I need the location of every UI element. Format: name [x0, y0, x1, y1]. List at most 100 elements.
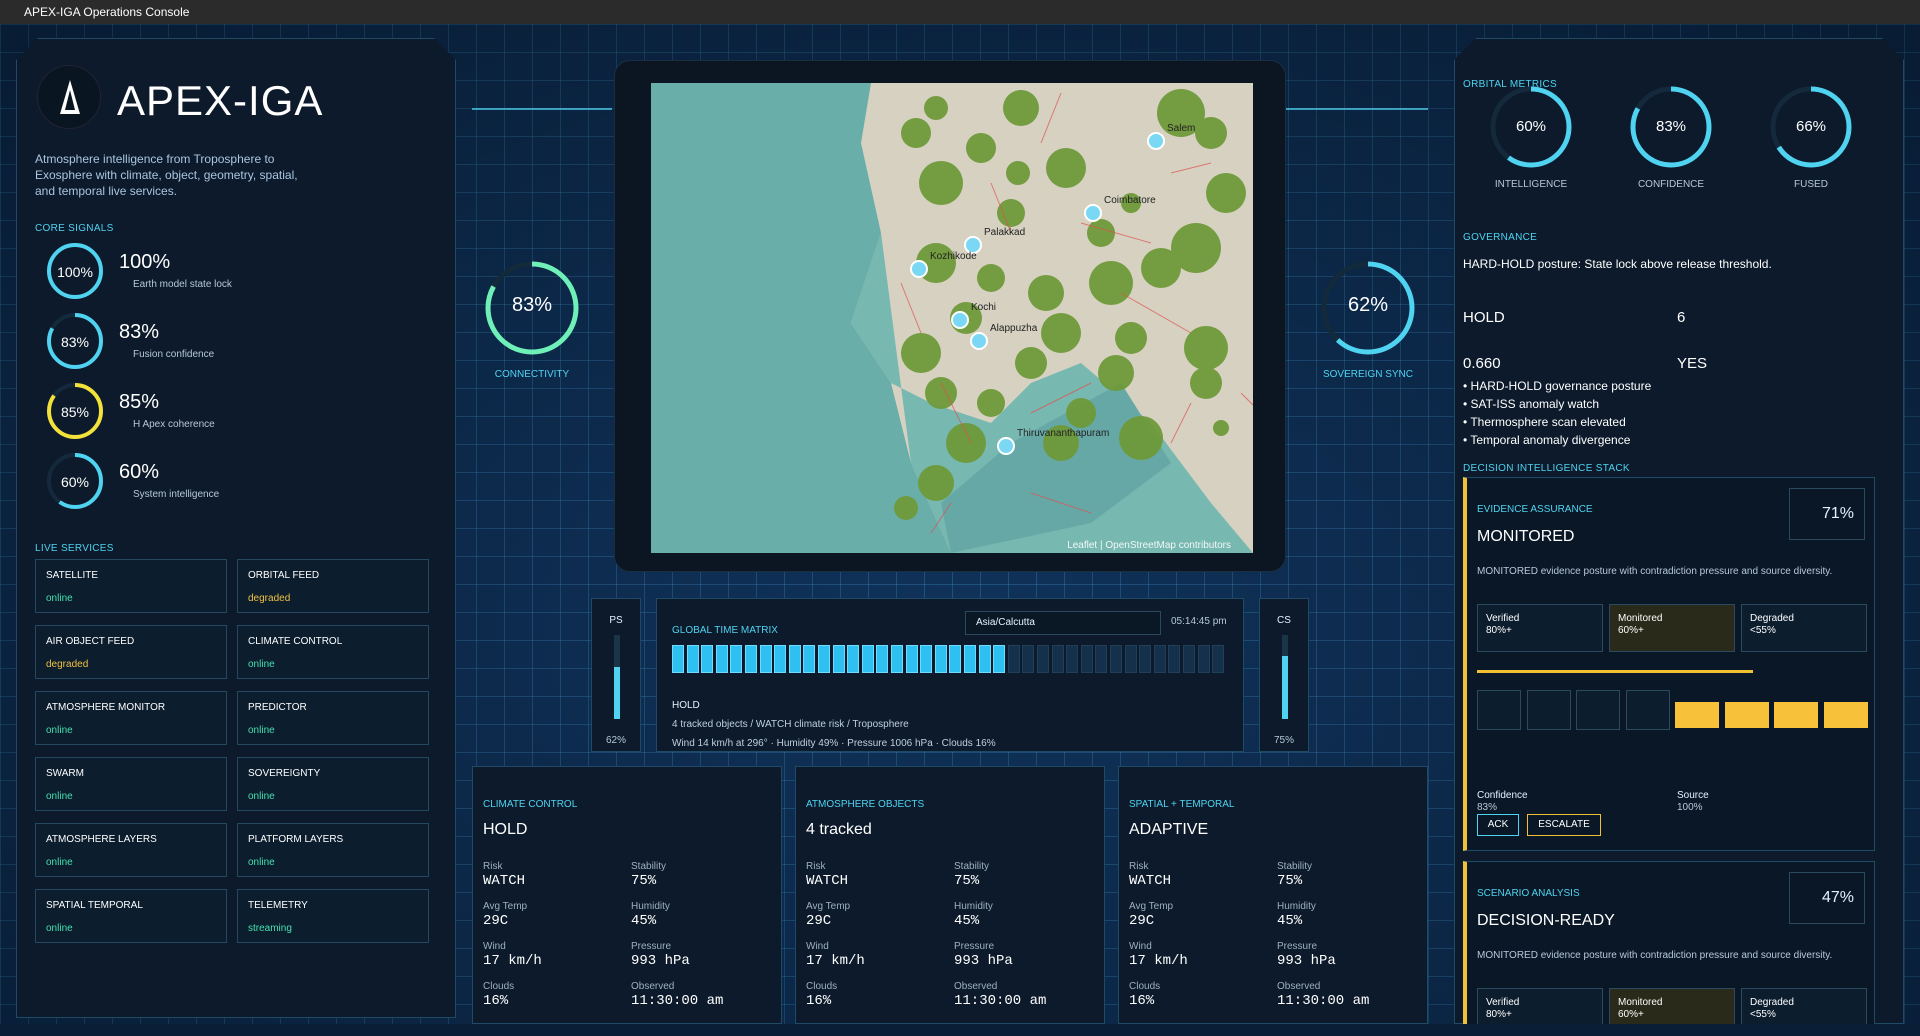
chip-verified[interactable]: Verified 80%+: [1477, 988, 1603, 1024]
service-card[interactable]: SATELLITE online: [35, 559, 227, 613]
service-card[interactable]: ATMOSPHERE LAYERS online: [35, 823, 227, 877]
service-card[interactable]: PLATFORM LAYERS online: [237, 823, 429, 877]
time-cell: [876, 645, 889, 673]
temp-label: Avg Temp: [1129, 901, 1174, 912]
governance-bullet: • HARD-HOLD governance posture: [1463, 379, 1652, 393]
pressure-value: 993 hPa: [1277, 953, 1336, 969]
time-cell: [1051, 645, 1064, 673]
service-card[interactable]: SOVEREIGNTY online: [237, 757, 429, 811]
time-matrix-panel: GLOBAL TIME MATRIX Asia/Calcutta 05:14:4…: [656, 598, 1244, 752]
ack-button[interactable]: ACK: [1477, 814, 1519, 836]
risk-label: Risk: [483, 861, 503, 872]
chip-monitored[interactable]: Monitored 60%+: [1609, 988, 1735, 1024]
timezone-value: Asia/Calcutta: [976, 617, 1035, 628]
governance-score: 0.660: [1463, 355, 1501, 372]
map-marker[interactable]: [970, 332, 988, 350]
map-marker[interactable]: [1084, 204, 1102, 222]
chip-degraded[interactable]: Degraded <55%: [1741, 604, 1867, 652]
time-matrix-title: GLOBAL TIME MATRIX: [672, 625, 778, 636]
risk-value: WATCH: [483, 873, 526, 889]
chip-value: 60%+: [1618, 625, 1644, 636]
chip-degraded[interactable]: Degraded <55%: [1741, 988, 1867, 1024]
service-card[interactable]: TELEMETRY streaming: [237, 889, 429, 943]
sovereign-gauge: 62%: [1320, 260, 1416, 356]
connectivity-label: CONNECTIVITY: [494, 369, 570, 380]
signal-value: 100%: [119, 251, 171, 273]
service-status: streaming: [248, 923, 292, 934]
chip-value: 80%+: [1486, 1009, 1512, 1020]
signal-value: 85%: [119, 391, 160, 413]
time-matrix-status: HOLD: [672, 700, 700, 711]
signal-ring-pct: 85%: [60, 404, 90, 420]
observed-label: Observed: [631, 981, 675, 992]
clouds-value: 16%: [483, 993, 509, 1009]
governance-count: 6: [1677, 309, 1686, 326]
service-card[interactable]: ORBITAL FEED degraded: [237, 559, 429, 613]
stability-value: 75%: [631, 873, 657, 889]
signal-label: System intelligence: [133, 489, 220, 500]
time-cell: [993, 645, 1006, 673]
service-status: online: [248, 659, 275, 670]
governance-title: GOVERNANCE: [1463, 232, 1538, 243]
map-marker[interactable]: [951, 311, 969, 329]
dis-title: DECISION INTELLIGENCE STACK: [1463, 463, 1630, 474]
time-cell: [891, 645, 903, 673]
service-status: online: [46, 725, 73, 736]
map-view[interactable]: Salem Coimbatore Palakkad Kozhikode Kochi Ala…: [651, 83, 1253, 553]
time-cell: [745, 645, 757, 673]
governance-hold: HOLD: [1463, 309, 1505, 326]
risk-value: WATCH: [1129, 873, 1172, 889]
map-marker[interactable]: [910, 260, 928, 278]
orbital-gauge: 60% INTELLIGENCE: [1487, 83, 1575, 193]
divider-line: [472, 108, 612, 110]
core-signals-title: CORE SIGNALS: [35, 223, 114, 234]
humidity-value: 45%: [954, 913, 980, 929]
governance-bullet: • SAT-ISS anomaly watch: [1463, 397, 1600, 411]
chip-monitored[interactable]: Monitored 60%+: [1609, 604, 1735, 652]
temp-label: Avg Temp: [483, 901, 528, 912]
service-card[interactable]: AIR OBJECT FEED degraded: [35, 625, 227, 679]
orbital-label: INTELLIGENCE: [1494, 179, 1568, 190]
map-attribution[interactable]: Leaflet | OpenStreetMap contributors: [1067, 540, 1231, 551]
timezone-select[interactable]: Asia/Calcutta: [965, 611, 1161, 635]
map-place-label: Kozhikode: [930, 251, 977, 262]
orbital-pct: 83%: [1655, 118, 1687, 135]
chip-value: 80%+: [1486, 625, 1512, 636]
evidence-block: [1724, 702, 1769, 728]
core-signal-row: 83% 83% Fusion confidence: [45, 311, 345, 371]
status-card: SPATIAL + TEMPORAL ADAPTIVE Risk WATCH Stabi…: [1118, 766, 1428, 1024]
scenario-desc: MONITORED evidence posture with contradi…: [1477, 950, 1833, 961]
time-cell: [701, 645, 714, 673]
orbital-gauge: 83% CONFIDENCE: [1627, 83, 1715, 193]
service-card[interactable]: PREDICTOR online: [237, 691, 429, 745]
stability-value: 75%: [954, 873, 980, 889]
map-place-label: Coimbatore: [1104, 195, 1156, 206]
time-cell: [861, 645, 874, 673]
service-card[interactable]: ATMOSPHERE MONITOR online: [35, 691, 227, 745]
wind-value: 17 km/h: [1129, 953, 1188, 969]
wind-value: 17 km/h: [806, 953, 865, 969]
stability-value: 75%: [1277, 873, 1303, 889]
service-card[interactable]: SWARM online: [35, 757, 227, 811]
cs-gauge: CS 75%: [1259, 598, 1309, 752]
map-marker[interactable]: [1147, 132, 1165, 150]
evidence-block: [1774, 702, 1818, 728]
time-cell: [686, 645, 699, 673]
humidity-value: 45%: [631, 913, 657, 929]
status-card: ATMOSPHERE OBJECTS 4 tracked Risk WATCH Stab…: [795, 766, 1105, 1024]
service-card[interactable]: SPATIAL TEMPORAL online: [35, 889, 227, 943]
service-name: PLATFORM LAYERS: [248, 834, 344, 845]
card-title: SPATIAL + TEMPORAL: [1129, 799, 1235, 810]
service-card[interactable]: CLIMATE CONTROL online: [237, 625, 429, 679]
evidence-block: [1823, 702, 1868, 728]
escalate-button[interactable]: ESCALATE: [1527, 814, 1601, 836]
temp-value: 29C: [483, 913, 509, 929]
time-cell: [818, 645, 830, 673]
time-cell: [847, 645, 860, 673]
pressure-label: Pressure: [954, 941, 995, 952]
chip-verified[interactable]: Verified 80%+: [1477, 604, 1603, 652]
source-value: 100%: [1677, 802, 1703, 813]
time-cell: [832, 645, 845, 673]
map-marker[interactable]: [997, 437, 1015, 455]
cs-value: 75%: [1273, 735, 1294, 746]
